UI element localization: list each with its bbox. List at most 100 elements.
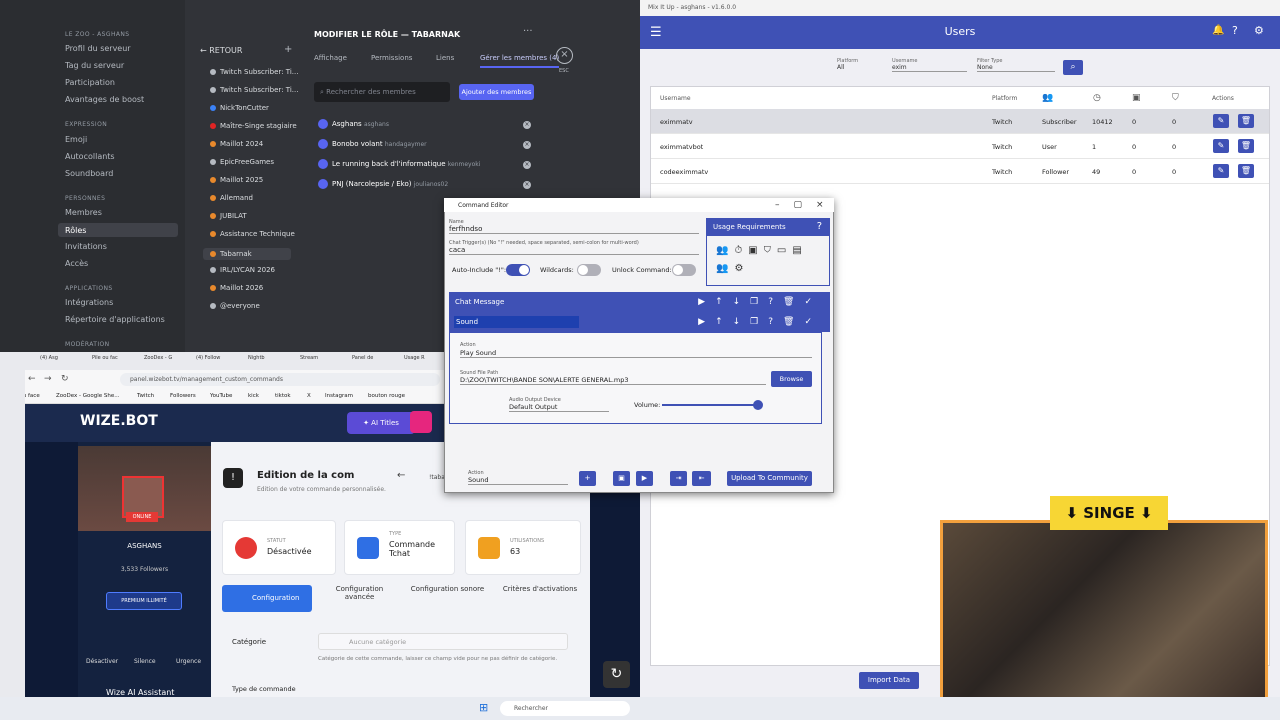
- sidebar-item-tag[interactable]: Tag du serveur: [65, 61, 124, 70]
- unlock-toggle[interactable]: [672, 264, 696, 276]
- auto-include-toggle[interactable]: [506, 264, 530, 276]
- role-item[interactable]: Tabarnak: [203, 248, 291, 260]
- tab-activation-criteria[interactable]: Critères d'activations: [500, 585, 580, 593]
- upload-community-button[interactable]: Upload To Community: [727, 471, 812, 486]
- play-icon[interactable]: ▶: [636, 471, 653, 486]
- start-icon[interactable]: ⊞: [479, 701, 488, 714]
- column-platform[interactable]: Platform: [992, 95, 1017, 102]
- table-row[interactable]: [651, 134, 1269, 159]
- browser-tab[interactable]: Pile ou fac: [92, 355, 118, 361]
- browser-tab[interactable]: ZooDex - G: [144, 355, 172, 361]
- sidebar-item-integrations[interactable]: Intégrations: [65, 298, 113, 307]
- silence-button[interactable]: Silence: [134, 658, 156, 665]
- remove-member-icon[interactable]: ×: [523, 161, 531, 169]
- import-icon[interactable]: ⇤: [692, 471, 711, 486]
- sidebar-item-participation[interactable]: Participation: [65, 78, 115, 87]
- role-item[interactable]: Maillot 2025: [210, 176, 263, 184]
- role-item[interactable]: Maillot 2024: [210, 140, 263, 148]
- bookmark-item[interactable]: ZooDex - Google She...: [56, 393, 120, 399]
- volume-slider-track[interactable]: [662, 404, 758, 406]
- gift-icon[interactable]: [410, 411, 432, 433]
- browser-tab[interactable]: Nightb: [248, 355, 265, 361]
- action-toolbar-icons[interactable]: ▶↑↓❐?🗑✓: [698, 312, 822, 332]
- action-type-select[interactable]: Play Sound: [460, 349, 812, 358]
- requirement-icons[interactable]: 👥⏱▣⛉▭▤: [716, 245, 808, 256]
- search-button[interactable]: ⌕: [1063, 60, 1083, 75]
- add-action-button[interactable]: +: [579, 471, 596, 486]
- import-data-button[interactable]: Import Data: [859, 672, 919, 689]
- browser-tab[interactable]: Panel de: [352, 355, 373, 361]
- edit-icon[interactable]: ✎: [1213, 164, 1229, 178]
- tab-manage-members[interactable]: Gérer les membres (4): [480, 54, 560, 68]
- sidebar-item-profile[interactable]: Profil du serveur: [65, 44, 131, 53]
- sidebar-item-invitations[interactable]: Invitations: [65, 242, 107, 251]
- requirement-icons-row2[interactable]: 👥⚙: [716, 263, 749, 274]
- usage-help-icon[interactable]: ?: [817, 221, 822, 232]
- role-item[interactable]: JUBILAT: [210, 212, 247, 220]
- address-bar[interactable]: panel.wizebot.tv/management_custom_comma…: [120, 373, 440, 386]
- role-item[interactable]: Twitch Subscriber: Ti...: [210, 68, 298, 76]
- deactivate-button[interactable]: Désactiver: [86, 658, 118, 665]
- sidebar-item-app-directory[interactable]: Répertoire d'applications: [65, 315, 165, 324]
- tab-display[interactable]: Affichage: [314, 54, 347, 62]
- username-filter-input[interactable]: Username exim: [892, 58, 967, 72]
- taskbar-search[interactable]: Rechercher: [500, 701, 630, 716]
- sidebar-item-boost[interactable]: Avantages de boost: [65, 95, 144, 104]
- gear-icon[interactable]: ⚙: [1254, 24, 1264, 37]
- back-icon[interactable]: ←: [28, 374, 36, 384]
- role-item[interactable]: Twitch Subscriber: Ti...: [210, 86, 298, 94]
- tab-advanced-config[interactable]: Configuration avancée: [322, 585, 397, 601]
- remove-member-icon[interactable]: ×: [523, 181, 531, 189]
- table-row[interactable]: [651, 159, 1269, 184]
- delete-icon[interactable]: 🗑: [1238, 114, 1254, 128]
- member-search-input[interactable]: ⌕ Rechercher des membres: [314, 82, 450, 102]
- volume-slider-thumb[interactable]: [753, 400, 763, 410]
- bell-icon[interactable]: 🔔: [1212, 25, 1224, 36]
- role-item[interactable]: Maillot 2026: [210, 284, 263, 292]
- close-icon[interactable]: ×: [556, 47, 573, 64]
- audio-device-select[interactable]: Default Output: [509, 403, 609, 412]
- action-chat-message[interactable]: Chat Message ▶↑↓❐?🗑✓: [449, 292, 830, 312]
- remove-member-icon[interactable]: ×: [523, 121, 531, 129]
- browser-tab[interactable]: Stream: [300, 355, 318, 361]
- category-input[interactable]: Aucune catégorie: [318, 633, 568, 650]
- ai-assistant-button[interactable]: Wize AI Assistant: [106, 688, 174, 697]
- column-username[interactable]: Username: [660, 95, 691, 102]
- role-item[interactable]: @everyone: [210, 302, 260, 310]
- tab-sound-config[interactable]: Configuration sonore: [410, 585, 485, 593]
- edit-icon[interactable]: ✎: [1213, 114, 1229, 128]
- bookmark-item[interactable]: Twitch: [137, 393, 154, 399]
- tab-links[interactable]: Liens: [436, 54, 454, 62]
- browser-tab[interactable]: (4) Follow: [196, 355, 220, 361]
- role-item[interactable]: Maître-Singe stagiaire: [210, 122, 297, 130]
- back-arrow-icon[interactable]: ←: [397, 470, 405, 481]
- sidebar-item-soundboard[interactable]: Soundboard: [65, 169, 113, 178]
- bookmark-item[interactable]: tiktok: [275, 393, 291, 399]
- bookmark-item[interactable]: Instagram: [325, 393, 353, 399]
- browser-tab[interactable]: Usage R: [404, 355, 425, 361]
- refresh-icon[interactable]: ↻: [603, 661, 630, 688]
- bookmark-item[interactable]: YouTube: [210, 393, 232, 399]
- name-input[interactable]: ferfhndso: [449, 225, 699, 234]
- browse-button[interactable]: Browse: [771, 371, 812, 387]
- wizebot-logo[interactable]: WIZE.BOT: [80, 413, 158, 429]
- delete-icon[interactable]: 🗑: [1238, 139, 1254, 153]
- premium-badge[interactable]: PREMIUM ILLIMITÉ: [106, 592, 182, 610]
- bookmark-item[interactable]: X: [307, 393, 311, 399]
- tab-permissions[interactable]: Permissions: [371, 54, 412, 62]
- forward-icon[interactable]: →: [44, 374, 52, 384]
- window-controls[interactable]: –▢×: [775, 200, 838, 210]
- bottom-action-select[interactable]: Sound: [468, 476, 568, 485]
- delete-icon[interactable]: 🗑: [1238, 164, 1254, 178]
- sidebar-item-access[interactable]: Accès: [65, 259, 88, 268]
- role-item[interactable]: IRL/LYCAN 2026: [210, 266, 275, 274]
- action-sound[interactable]: Sound ▶↑↓❐?🗑✓: [449, 312, 830, 332]
- back-button[interactable]: ← RETOUR: [200, 46, 242, 55]
- triggers-input[interactable]: caca: [449, 246, 699, 255]
- help-icon[interactable]: ?: [1232, 24, 1238, 37]
- role-item[interactable]: NickTonCutter: [210, 104, 269, 112]
- tab-configuration[interactable]: Configuration: [222, 585, 312, 612]
- emergency-button[interactable]: Urgence: [176, 658, 201, 665]
- save-icon[interactable]: ▣: [613, 471, 630, 486]
- sidebar-item-roles[interactable]: Rôles: [58, 223, 178, 237]
